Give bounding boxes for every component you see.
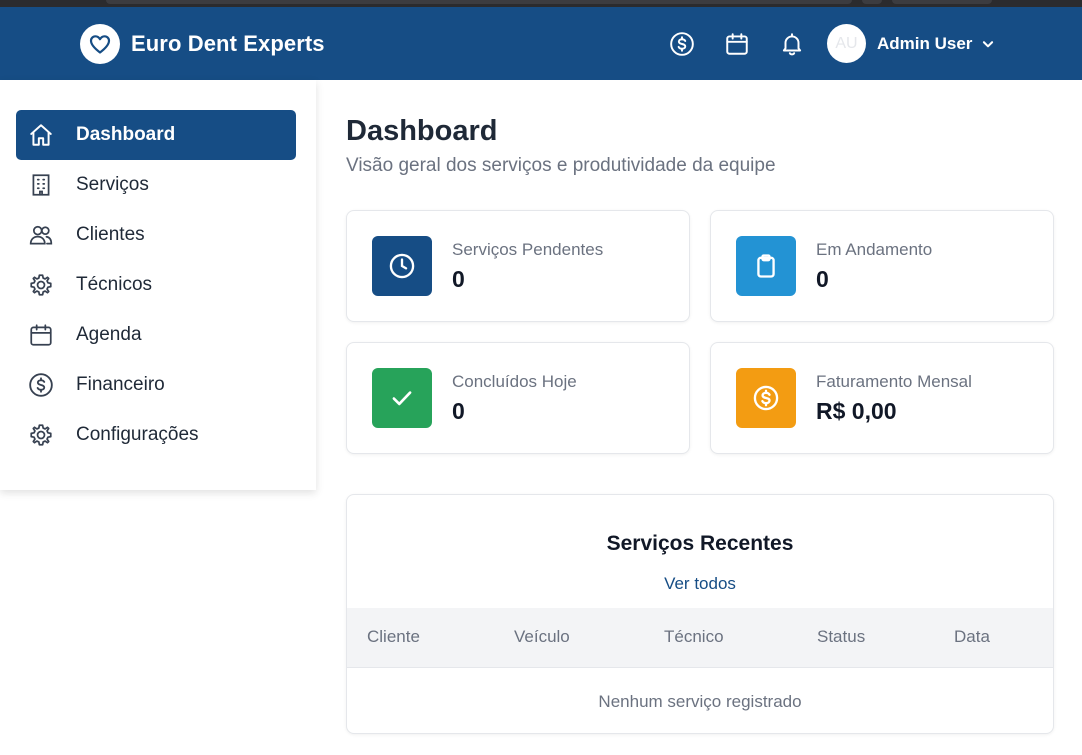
stat-card-pending: Serviços Pendentes 0 xyxy=(346,210,690,322)
browser-tab xyxy=(892,0,992,4)
calendar-icon[interactable] xyxy=(723,30,751,58)
check-icon xyxy=(372,368,432,428)
avatar[interactable]: AU xyxy=(827,24,866,63)
column-header-status[interactable]: Status xyxy=(817,627,865,647)
sidebar-item-label: Financeiro xyxy=(76,374,165,395)
column-header-veiculo[interactable]: Veículo xyxy=(514,627,570,647)
empty-state-message: Nenhum serviço registrado xyxy=(598,692,802,711)
stat-label: Serviços Pendentes xyxy=(452,240,604,259)
sidebar-item-label: Agenda xyxy=(76,324,142,345)
browser-address-bar xyxy=(106,0,852,4)
section-title: Serviços Recentes xyxy=(606,532,794,555)
brand[interactable]: Euro Dent Experts xyxy=(80,24,325,64)
column-header-cliente[interactable]: Cliente xyxy=(367,627,420,647)
stat-value: 0 xyxy=(452,266,465,292)
sidebar-item-financeiro[interactable]: Financeiro xyxy=(16,360,296,410)
app-name: Euro Dent Experts xyxy=(131,31,325,56)
gear-icon xyxy=(27,271,55,299)
sidebar-item-tecnicos[interactable]: Técnicos xyxy=(16,260,296,310)
stat-value: R$ 0,00 xyxy=(816,398,897,424)
chevron-down-icon xyxy=(981,37,995,51)
stat-label: Concluídos Hoje xyxy=(452,372,577,391)
stat-label: Em Andamento xyxy=(816,240,933,259)
page-subtitle: Visão geral dos serviços e produtividade… xyxy=(346,155,776,176)
user-name: Admin User xyxy=(877,34,973,53)
page-title: Dashboard xyxy=(346,115,498,147)
stat-card-in-progress: Em Andamento 0 xyxy=(710,210,1054,322)
sidebar-item-label: Clientes xyxy=(76,224,145,245)
building-icon xyxy=(27,171,55,199)
sidebar-item-label: Dashboard xyxy=(76,124,176,145)
browser-chrome-strip xyxy=(0,0,1082,7)
sidebar-item-dashboard[interactable]: Dashboard xyxy=(16,110,296,160)
users-icon xyxy=(27,221,55,249)
home-icon xyxy=(27,121,55,149)
sidebar-item-servicos[interactable]: Serviços xyxy=(16,160,296,210)
sidebar-item-agenda[interactable]: Agenda xyxy=(16,310,296,360)
table-header: Cliente Veículo Técnico Status Data xyxy=(347,608,1053,668)
view-all-link[interactable]: Ver todos xyxy=(347,574,1053,594)
column-header-data[interactable]: Data xyxy=(954,627,990,647)
stat-card-completed-today: Concluídos Hoje 0 xyxy=(346,342,690,454)
clipboard-icon xyxy=(736,236,796,296)
sidebar: Dashboard Serviços Clientes Técnicos Age… xyxy=(0,80,316,490)
heart-logo-icon xyxy=(80,24,120,64)
browser-button xyxy=(862,0,882,4)
calendar-icon xyxy=(27,321,55,349)
dollar-circle-icon xyxy=(736,368,796,428)
bell-icon[interactable] xyxy=(778,30,806,58)
stat-value: 0 xyxy=(816,266,829,292)
dollar-circle-icon xyxy=(27,371,55,399)
recent-services-panel: Serviços Recentes Ver todos Cliente Veíc… xyxy=(346,494,1054,734)
sidebar-item-clientes[interactable]: Clientes xyxy=(16,210,296,260)
user-menu[interactable]: Admin User xyxy=(877,34,995,54)
top-navbar: Euro Dent Experts AU Admin User xyxy=(0,7,1082,80)
stat-label: Faturamento Mensal xyxy=(816,372,972,391)
column-header-tecnico[interactable]: Técnico xyxy=(664,627,724,647)
stat-card-monthly-revenue: Faturamento Mensal R$ 0,00 xyxy=(710,342,1054,454)
stat-value: 0 xyxy=(452,398,465,424)
clock-icon xyxy=(372,236,432,296)
gear-icon xyxy=(27,421,55,449)
sidebar-item-configuracoes[interactable]: Configurações xyxy=(16,410,296,460)
sidebar-item-label: Técnicos xyxy=(76,274,153,295)
dollar-circle-icon[interactable] xyxy=(668,30,696,58)
sidebar-item-label: Configurações xyxy=(76,424,199,445)
sidebar-item-label: Serviços xyxy=(76,174,149,195)
